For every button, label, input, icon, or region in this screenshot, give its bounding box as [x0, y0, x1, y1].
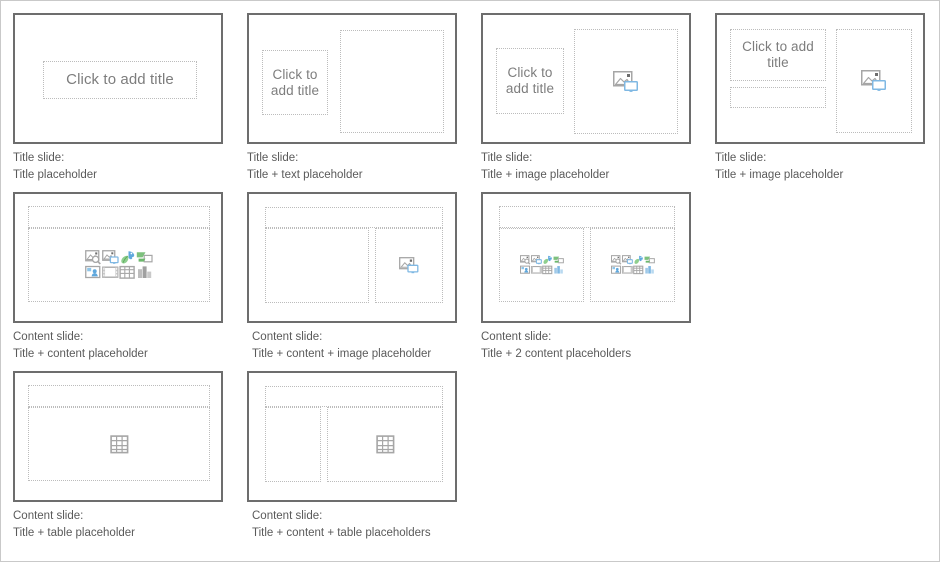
title-placeholder[interactable] [499, 206, 675, 228]
image-icon [861, 70, 887, 92]
layout-caption: Content slide: Title + 2 content placeho… [481, 331, 632, 360]
stock-images-icon[interactable] [621, 255, 633, 265]
layout-caption: Content slide: Title + content placehold… [13, 331, 148, 360]
smartart-icon[interactable] [136, 250, 153, 265]
layout-card-title-text-placeholder[interactable]: Click to add title Title slide: Title + … [247, 13, 481, 184]
content-placeholder-right[interactable] [590, 228, 675, 302]
layout-caption: Title slide: Title + image placeholder [481, 152, 610, 181]
image-placeholder[interactable] [375, 228, 443, 303]
chart-icon[interactable] [644, 265, 655, 275]
slide-thumbnail[interactable]: Click to add title [13, 13, 223, 144]
layout-card-title-image-placeholder-2[interactable]: Click to add title Title slide: Title + … [715, 13, 939, 184]
content-icon-cluster [85, 250, 153, 280]
title-placeholder[interactable] [265, 386, 443, 407]
title-placeholder[interactable] [265, 207, 443, 228]
table-icon[interactable] [541, 265, 553, 275]
video-icon[interactable] [530, 265, 542, 275]
layout-caption: Content slide: Title + content + table p… [252, 510, 431, 539]
layout-card-title-table-placeholder[interactable]: Content slide: Title + table placeholder [13, 371, 247, 542]
layout-grid: Click to add title Title slide: Title pl… [13, 13, 929, 542]
layout-card-title-content-placeholder[interactable]: Content slide: Title + content placehold… [13, 192, 247, 363]
title-placeholder[interactable] [28, 206, 210, 228]
slide-thumbnail[interactable]: Click to add title [247, 13, 457, 144]
table-icon[interactable] [375, 435, 395, 454]
layout-grid-row-2: Content slide: Title + content placehold… [13, 192, 929, 363]
smartart-icon[interactable] [644, 255, 655, 265]
3d-model-icon[interactable] [542, 255, 553, 265]
title-placeholder[interactable]: Click to add title [730, 29, 826, 81]
content-placeholder[interactable] [265, 407, 321, 482]
slide-thumbnail[interactable]: Click to add title [481, 13, 691, 144]
table-icon[interactable] [632, 265, 644, 275]
layout-caption: Content slide: Title + content + image p… [252, 331, 432, 360]
content-placeholder[interactable] [265, 228, 369, 303]
video-icon[interactable] [621, 265, 633, 275]
table-placeholder[interactable] [28, 407, 210, 481]
3d-model-icon[interactable] [119, 250, 136, 265]
content-icon-cluster [519, 255, 564, 275]
video-icon[interactable] [102, 265, 119, 280]
slide-thumbnail[interactable] [481, 192, 691, 323]
layout-caption: Title slide: Title + text placeholder [247, 152, 363, 181]
layout-card-title-image-placeholder[interactable]: Click to add title Title slide: Title + … [481, 13, 715, 184]
image-icon [399, 257, 419, 274]
title-placeholder[interactable] [28, 385, 210, 407]
slide-thumbnail[interactable] [13, 371, 223, 502]
3d-model-icon[interactable] [633, 255, 644, 265]
stock-images-icon[interactable] [102, 250, 119, 265]
picture-person-icon[interactable] [610, 265, 622, 275]
subtitle-placeholder[interactable] [730, 87, 826, 108]
image-placeholder[interactable] [836, 29, 912, 133]
smartart-icon[interactable] [553, 255, 564, 265]
picture-search-icon[interactable] [610, 255, 622, 265]
image-icon [613, 70, 639, 93]
content-placeholder-left[interactable] [499, 228, 584, 302]
text-placeholder[interactable] [340, 30, 444, 133]
picture-person-icon[interactable] [85, 265, 102, 280]
content-placeholder[interactable] [28, 228, 210, 302]
stock-images-icon[interactable] [530, 255, 542, 265]
table-icon[interactable] [109, 434, 129, 454]
picture-person-icon[interactable] [519, 265, 531, 275]
picture-search-icon[interactable] [85, 250, 102, 265]
title-placeholder[interactable]: Click to add title [262, 50, 328, 115]
table-icon[interactable] [119, 265, 136, 280]
slide-thumbnail[interactable]: Click to add title [715, 13, 925, 144]
layout-grid-row-3: Content slide: Title + table placeholder [13, 371, 929, 542]
chart-icon[interactable] [136, 265, 153, 280]
slide-thumbnail[interactable] [247, 371, 457, 502]
layout-card-title-placeholder[interactable]: Click to add title Title slide: Title pl… [13, 13, 247, 184]
slide-thumbnail[interactable] [13, 192, 223, 323]
layout-card-title-2-content-placeholders[interactable]: Content slide: Title + 2 content placeho… [481, 192, 715, 363]
content-icon-cluster [610, 255, 655, 275]
layout-card-title-content-image-placeholder[interactable]: Content slide: Title + content + image p… [247, 192, 481, 363]
layout-grid-row-1: Click to add title Title slide: Title pl… [13, 13, 929, 184]
title-placeholder[interactable]: Click to add title [43, 61, 197, 99]
layout-caption: Title slide: Title placeholder [13, 152, 97, 181]
layout-caption: Title slide: Title + image placeholder [715, 152, 844, 181]
chart-icon[interactable] [553, 265, 564, 275]
table-placeholder[interactable] [327, 407, 443, 482]
slide-thumbnail[interactable] [247, 192, 457, 323]
title-placeholder[interactable]: Click to add title [496, 48, 564, 114]
layout-card-title-content-table-placeholders[interactable]: Content slide: Title + content + table p… [247, 371, 481, 542]
layout-caption: Content slide: Title + table placeholder [13, 510, 135, 539]
picture-search-icon[interactable] [519, 255, 531, 265]
image-placeholder[interactable] [574, 29, 678, 134]
slide-layout-gallery-page: Click to add title Title slide: Title pl… [0, 0, 940, 562]
